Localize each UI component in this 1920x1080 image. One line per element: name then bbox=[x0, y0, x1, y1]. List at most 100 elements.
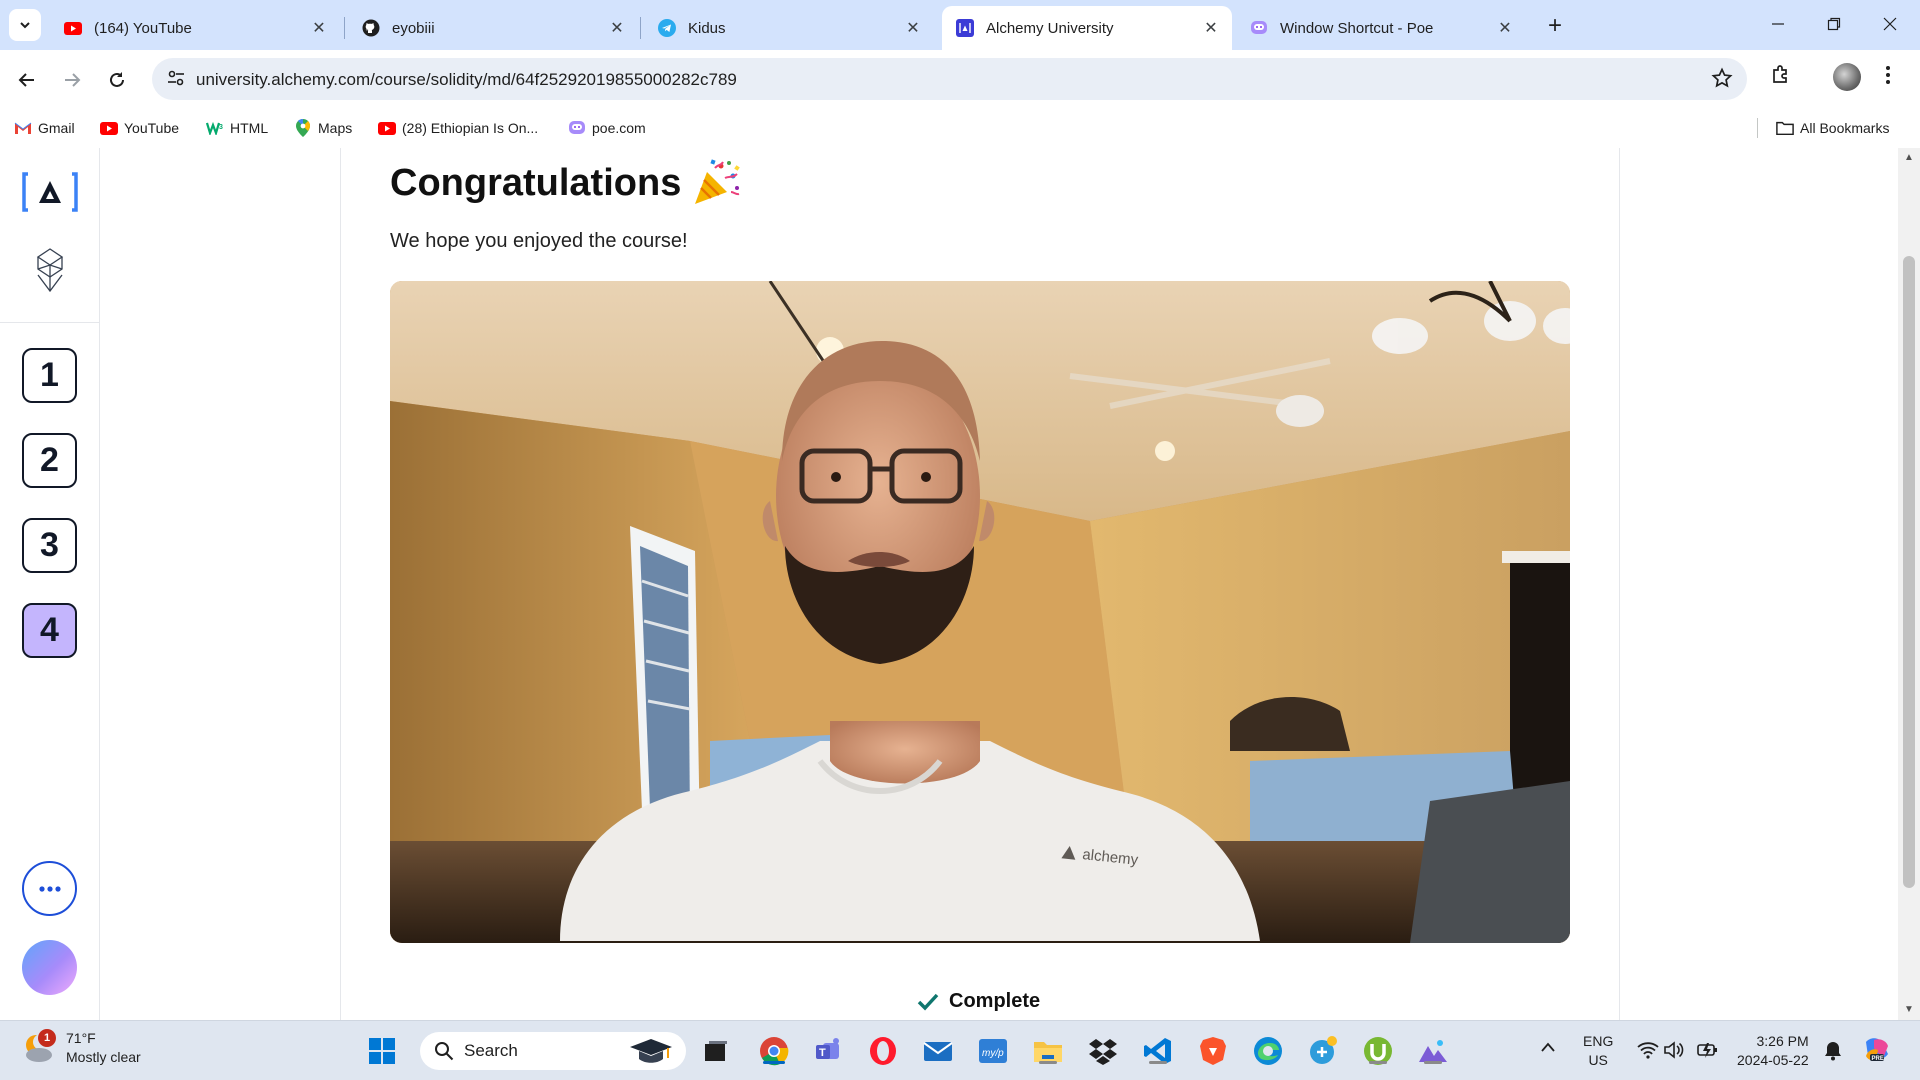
show-hidden-icons[interactable] bbox=[1540, 1039, 1556, 1058]
youtube-icon bbox=[100, 120, 118, 136]
page-title: Congratulations bbox=[390, 158, 741, 208]
mountain-app-icon[interactable] bbox=[1416, 1034, 1450, 1068]
wifi-icon[interactable] bbox=[1637, 1041, 1659, 1064]
completion-video[interactable]: alchemy bbox=[390, 281, 1570, 943]
address-bar[interactable]: university.alchemy.com/course/solidity/m… bbox=[152, 58, 1747, 100]
poe-icon bbox=[568, 120, 586, 136]
more-options-button[interactable] bbox=[22, 861, 77, 916]
edge-icon[interactable] bbox=[1251, 1034, 1285, 1068]
scroll-down-icon[interactable]: ▼ bbox=[1904, 1004, 1914, 1015]
mail-icon[interactable] bbox=[921, 1034, 955, 1068]
mylp-icon[interactable]: my/p bbox=[976, 1034, 1010, 1068]
tab-title: eyobiii bbox=[392, 19, 435, 37]
tab-alchemy-university[interactable]: Alchemy University ✕ bbox=[942, 6, 1232, 50]
svg-text:T: T bbox=[819, 1047, 826, 1059]
minimize-button[interactable] bbox=[1750, 0, 1806, 48]
user-avatar[interactable] bbox=[22, 940, 77, 995]
crystal-logo-icon[interactable] bbox=[22, 248, 78, 293]
file-explorer-icon[interactable] bbox=[1031, 1034, 1065, 1068]
poe-icon bbox=[1250, 19, 1268, 37]
opera-icon[interactable] bbox=[866, 1034, 900, 1068]
tab-close-icon[interactable]: ✕ bbox=[606, 17, 628, 39]
menu-kebab-icon[interactable] bbox=[1884, 64, 1892, 86]
start-button[interactable] bbox=[365, 1034, 399, 1068]
weather-desc: Mostly clear bbox=[66, 1049, 141, 1065]
scroll-thumb[interactable] bbox=[1903, 256, 1915, 888]
bookmark-star-icon[interactable] bbox=[1711, 67, 1733, 89]
browser-toolbar: university.alchemy.com/course/solidity/m… bbox=[0, 50, 1920, 108]
tab-github[interactable]: eyobiii ✕ bbox=[348, 6, 638, 50]
battery-charging-icon[interactable] bbox=[1697, 1040, 1719, 1065]
svg-text:PRE: PRE bbox=[1872, 1056, 1884, 1062]
url-text[interactable]: university.alchemy.com/course/solidity/m… bbox=[196, 70, 737, 90]
restore-button[interactable] bbox=[1806, 0, 1862, 48]
tab-title: (164) YouTube bbox=[94, 19, 192, 37]
profile-avatar[interactable] bbox=[1833, 63, 1861, 91]
module-3-button[interactable]: 3 bbox=[22, 518, 77, 573]
site-info-icon[interactable] bbox=[166, 68, 186, 88]
scroll-up-icon[interactable]: ▲ bbox=[1904, 152, 1914, 163]
copilot-icon[interactable]: PRE bbox=[1862, 1036, 1892, 1069]
tab-youtube[interactable]: (164) YouTube ✕ bbox=[50, 6, 340, 50]
forward-button[interactable] bbox=[55, 63, 89, 97]
plus-icon: + bbox=[1547, 12, 1562, 39]
course-sidebar: 1 2 3 4 bbox=[0, 148, 100, 1020]
bookmark-maps[interactable]: Maps bbox=[294, 116, 352, 140]
weather-temp: 71°F bbox=[66, 1030, 96, 1046]
alchemy-logo[interactable] bbox=[22, 170, 78, 214]
page-scrollbar[interactable]: ▲ ▼ bbox=[1898, 148, 1920, 1020]
task-view-icon[interactable] bbox=[699, 1034, 733, 1068]
tab-telegram[interactable]: Kidus ✕ bbox=[644, 6, 934, 50]
tab-close-icon[interactable]: ✕ bbox=[1494, 17, 1516, 39]
language-indicator[interactable]: ENG US bbox=[1583, 1032, 1613, 1070]
brave-icon[interactable] bbox=[1196, 1034, 1230, 1068]
chrome-icon[interactable] bbox=[757, 1034, 791, 1068]
page-content: 1 2 3 4 Congratulations We hope you enjo… bbox=[0, 148, 1920, 1020]
module-1-button[interactable]: 1 bbox=[22, 348, 77, 403]
graduation-cap-icon bbox=[628, 1035, 674, 1072]
module-4-button[interactable]: 4 bbox=[22, 603, 77, 658]
notifications-bell-icon[interactable] bbox=[1824, 1041, 1842, 1066]
new-tab-button[interactable]: + bbox=[1540, 12, 1570, 40]
close-window-button[interactable] bbox=[1862, 0, 1918, 48]
utorrent-icon[interactable] bbox=[1361, 1034, 1395, 1068]
clock[interactable]: 3:26 PM 2024-05-22 bbox=[1737, 1032, 1809, 1070]
module-2-button[interactable]: 2 bbox=[22, 433, 77, 488]
all-bookmarks-button[interactable]: All Bookmarks bbox=[1776, 116, 1889, 140]
tab-search-button[interactable] bbox=[9, 9, 41, 41]
language-line2: US bbox=[1588, 1052, 1608, 1068]
search-label: Search bbox=[464, 1041, 518, 1060]
complete-button[interactable]: Complete bbox=[917, 990, 1040, 1013]
party-popper-icon bbox=[691, 158, 741, 208]
vscode-icon[interactable] bbox=[1141, 1034, 1175, 1068]
tab-close-icon[interactable]: ✕ bbox=[308, 17, 330, 39]
back-button[interactable] bbox=[10, 63, 44, 97]
chat-sparkle-icon[interactable] bbox=[1306, 1034, 1340, 1068]
tab-close-icon[interactable]: ✕ bbox=[1200, 17, 1222, 39]
tab-title: Window Shortcut - Poe bbox=[1280, 19, 1434, 37]
bookmark-youtube[interactable]: YouTube bbox=[100, 116, 179, 140]
restore-icon bbox=[1827, 17, 1841, 31]
bookmarks-bar: Gmail YouTube 3 HTML Maps (28) Ethiopian… bbox=[0, 108, 1920, 148]
weather-widget[interactable]: 1 71°F Mostly clear bbox=[22, 1029, 141, 1067]
telegram-icon bbox=[658, 19, 676, 37]
extensions-icon[interactable] bbox=[1770, 64, 1792, 86]
bookmark-poe[interactable]: poe.com bbox=[568, 116, 646, 140]
page-subtext: We hope you enjoyed the course! bbox=[390, 230, 688, 252]
svg-text:my/p: my/p bbox=[982, 1048, 1004, 1059]
bookmark-ethiopian[interactable]: (28) Ethiopian Is On... bbox=[378, 116, 538, 140]
teams-icon[interactable]: T bbox=[812, 1034, 846, 1068]
arrow-left-icon bbox=[18, 73, 34, 87]
tab-poe[interactable]: Window Shortcut - Poe ✕ bbox=[1236, 6, 1526, 50]
bookmark-html[interactable]: 3 HTML bbox=[206, 116, 268, 140]
checkmark-icon bbox=[917, 993, 939, 1011]
youtube-icon bbox=[64, 19, 82, 37]
tab-close-icon[interactable]: ✕ bbox=[902, 17, 924, 39]
bookmark-label: YouTube bbox=[124, 120, 180, 136]
taskbar-search[interactable]: Search bbox=[420, 1032, 686, 1070]
dropbox-icon[interactable] bbox=[1086, 1034, 1120, 1068]
clock-time: 3:26 PM bbox=[1756, 1033, 1809, 1049]
volume-icon[interactable] bbox=[1664, 1041, 1684, 1064]
reload-button[interactable] bbox=[100, 63, 134, 97]
bookmark-gmail[interactable]: Gmail bbox=[14, 116, 75, 140]
